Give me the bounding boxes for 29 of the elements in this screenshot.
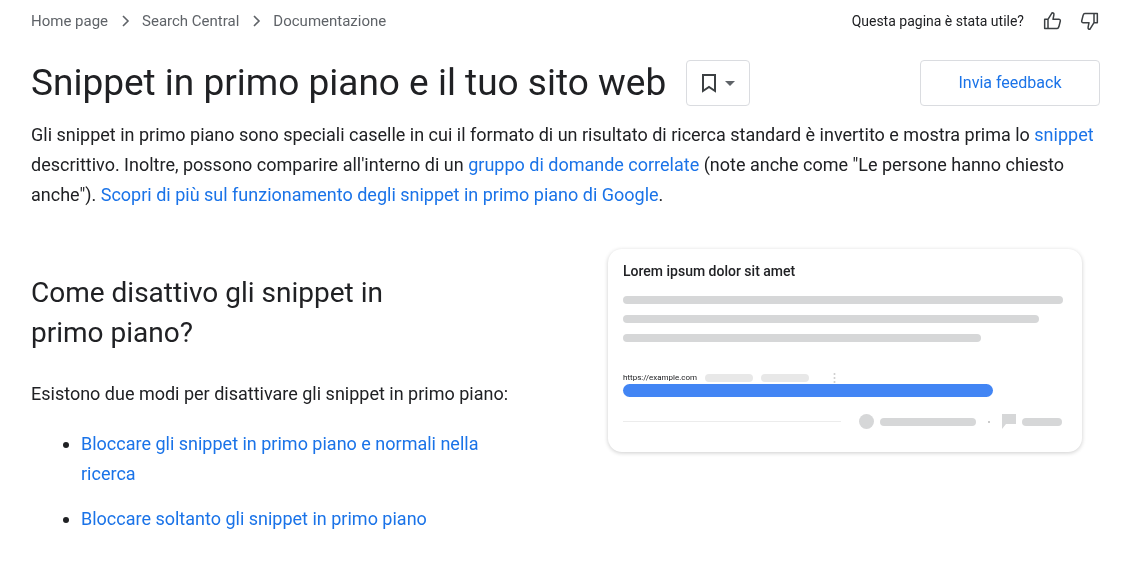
result-title: Lorem ipsum dolor sit amet [623,262,797,281]
help-icon [859,414,874,429]
page-title: Snippet in primo piano e il tuo sito web [31,60,667,106]
text-link[interactable]: snippet [1034,124,1094,145]
bullet-icon [63,517,69,523]
section-text: Esistono due modi per disattivare gli snippet in primo piano: [31,382,510,406]
bookmark-icon [701,73,718,93]
section-heading: Come disattivo gli snippet in primo piano? [31,275,384,351]
thumbs-up-icon[interactable] [1042,10,1064,32]
breadcrumb-link[interactable]: Documentazione [273,9,387,33]
feedback-prompt: Questa pagina è stata utile? [851,11,1024,31]
breadcrumb-link[interactable]: Home page [31,9,109,33]
breadcrumb-link[interactable]: Search Central [142,9,240,33]
list-link[interactable]: Bloccare soltanto gli snippet in primo piano [81,504,531,534]
result-url: https://example.com [623,372,698,384]
more-icon [833,372,837,384]
thumbs-down-icon[interactable] [1078,10,1100,32]
text-link[interactable]: gruppo di domande correlate [468,154,700,175]
bookmark-button[interactable] [686,60,751,106]
feedback-icon [1002,414,1016,429]
intro-paragraph: Gli snippet in primo piano sono speciali caselle in cui il formato di un risultato di ricerca standard è invertito e mostra prima lo snippet descrittivo. Inoltre, possono comparire all'interno di un gruppo di domande correlate (note anche come "Le persone hanno chiesto anche"). Scopri di più sul funzionamento degli snippet in primo piano di Google. [31,123,1095,207]
caret-icon [725,80,736,86]
feedback-button[interactable]: Invia feedback [920,60,1100,106]
bullet-icon [63,442,69,448]
list-link[interactable]: Bloccare gli snippet in primo piano e normali nella ricerca [81,429,531,489]
text-link[interactable]: Scopri di più sul funzionamento degli snippet in primo piano di Google [100,184,659,205]
chevron-icon [251,15,262,27]
placeholder-bar [1022,417,1062,426]
chevron-icon [120,15,131,27]
